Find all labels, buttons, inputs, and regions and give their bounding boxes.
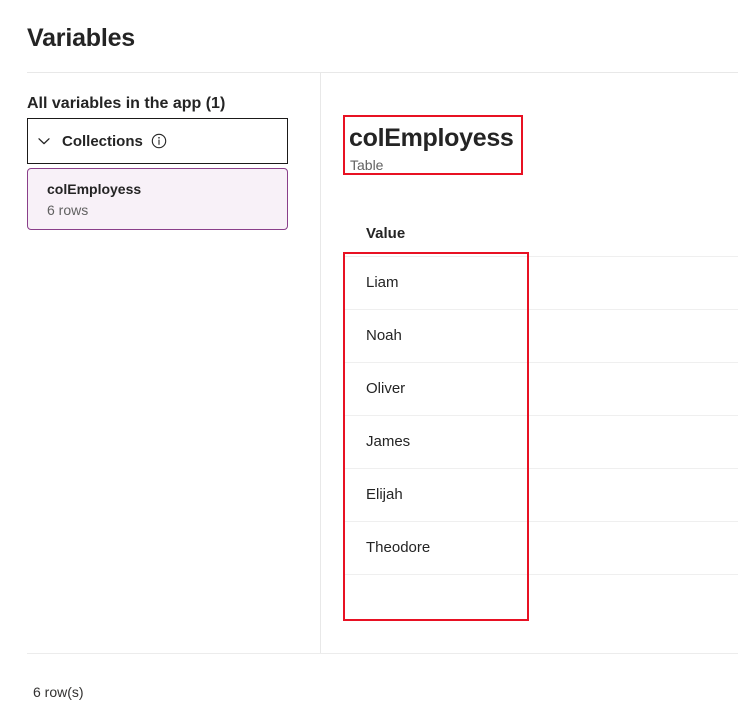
cell-value: Elijah: [366, 486, 403, 503]
footer-divider: [27, 653, 738, 654]
cell-value: James: [366, 433, 411, 450]
variable-detail-pane: colEmployess Table Value Liam Noah Olive…: [321, 73, 738, 653]
table-row[interactable]: Noah: [343, 309, 738, 362]
footer-row-count: 6 row(s): [33, 684, 84, 700]
variables-sidebar: All variables in the app (1) Collections…: [0, 73, 320, 653]
sidebar-item-colemployess[interactable]: colEmployess 6 rows: [27, 168, 288, 230]
table-row-filler: [343, 574, 738, 606]
cell-value: Oliver: [366, 380, 406, 397]
info-circle-icon[interactable]: [151, 133, 167, 149]
collections-group-toggle[interactable]: Collections: [27, 118, 288, 164]
value-table: Liam Noah Oliver James Elijah Theodore: [343, 256, 738, 606]
variable-type: Table: [350, 157, 384, 173]
page-title: Variables: [27, 24, 136, 52]
table-row[interactable]: Theodore: [343, 521, 738, 574]
cell-value: Liam: [366, 274, 399, 291]
table-row[interactable]: Elijah: [343, 468, 738, 521]
table-row[interactable]: James: [343, 415, 738, 468]
collections-group-label: Collections: [62, 132, 143, 150]
cell-value: Noah: [366, 327, 402, 344]
chevron-down-icon: [34, 131, 54, 151]
collection-name: colEmployess: [47, 181, 142, 197]
variable-name: colEmployess: [349, 124, 514, 152]
table-row[interactable]: Oliver: [343, 362, 738, 415]
collection-row-count: 6 rows: [47, 202, 89, 218]
cell-value: Theodore: [366, 539, 431, 556]
table-row[interactable]: Liam: [343, 256, 738, 309]
sidebar-header: All variables in the app (1): [27, 95, 226, 112]
column-header-value: Value: [366, 225, 406, 242]
